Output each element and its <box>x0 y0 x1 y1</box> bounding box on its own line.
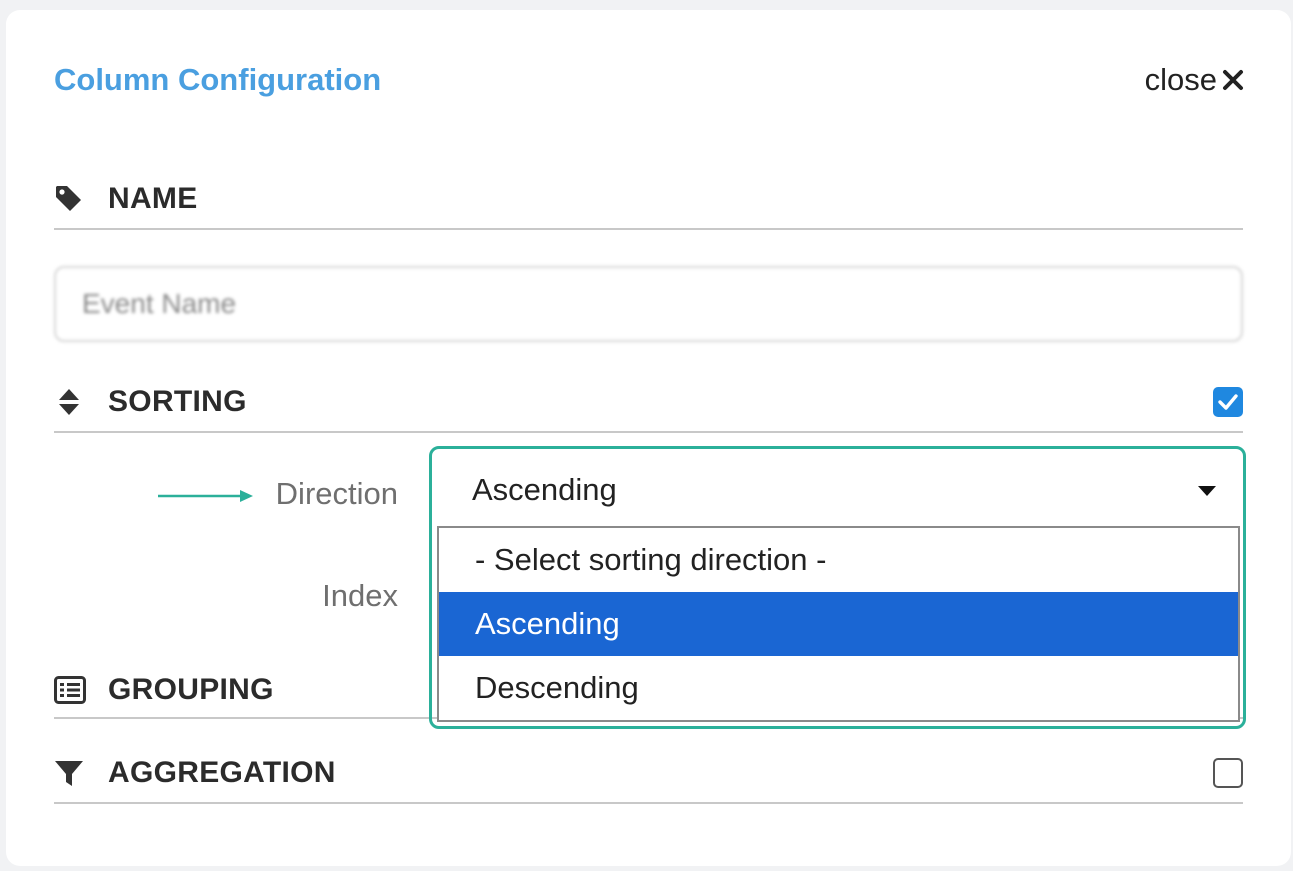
list-icon <box>54 674 88 706</box>
section-sorting-label: SORTING <box>108 384 247 418</box>
aggregation-checkbox[interactable] <box>1213 758 1243 788</box>
tag-icon <box>54 183 88 215</box>
direction-select[interactable]: Ascending <box>436 455 1239 525</box>
option-select-direction[interactable]: - Select sorting direction - <box>439 528 1238 592</box>
option-ascending[interactable]: Ascending <box>439 592 1238 656</box>
name-input[interactable] <box>54 266 1243 342</box>
section-grouping-label: GROUPING <box>108 672 274 706</box>
check-icon <box>1218 393 1238 410</box>
direction-options-listbox: - Select sorting direction - Ascending D… <box>437 526 1240 722</box>
sorting-checkbox[interactable] <box>1213 386 1243 417</box>
column-configuration-panel: Column Configuration close NAME SORTING <box>6 10 1291 866</box>
option-descending[interactable]: Descending <box>439 656 1238 720</box>
section-sorting: SORTING <box>54 372 1243 433</box>
caret-down-icon <box>1198 486 1216 496</box>
close-button[interactable]: close <box>1145 62 1245 98</box>
section-name-label: NAME <box>108 182 198 215</box>
section-aggregation: AGGREGATION <box>54 744 1243 804</box>
index-label: Index <box>322 578 398 613</box>
sort-icon <box>54 386 88 418</box>
close-icon <box>1221 68 1245 92</box>
panel-title: Column Configuration <box>54 62 382 97</box>
direction-select-value: Ascending <box>472 472 617 507</box>
section-aggregation-label: AGGREGATION <box>108 756 336 789</box>
filter-icon <box>54 757 88 789</box>
section-name: NAME <box>54 170 1243 230</box>
direction-label: Direction <box>275 476 398 511</box>
close-label: close <box>1144 62 1217 97</box>
